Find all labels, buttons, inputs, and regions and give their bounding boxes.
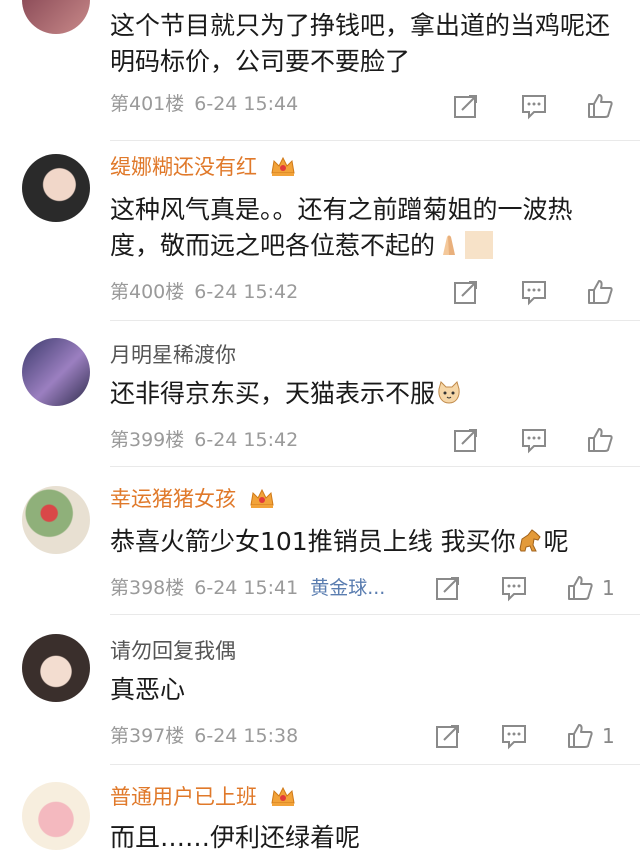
comment-text: 还非得京东买，天猫表示不服 [110, 376, 620, 412]
share-icon[interactable] [434, 722, 462, 750]
timestamp: 6-24 15:42 [194, 429, 299, 451]
comment-icon[interactable] [520, 426, 548, 454]
avatar[interactable] [22, 634, 90, 702]
floor-number: 第398楼 [110, 577, 185, 599]
username[interactable]: 幸运猪猪女孩 [110, 486, 275, 512]
avatar[interactable] [22, 782, 90, 850]
comment-icon[interactable] [500, 574, 528, 602]
praying-hands-icon [443, 235, 456, 255]
comment-item: 请勿回复我偶 真恶心 第397楼 6-24 15:38 1 [0, 614, 640, 764]
floor-number: 第401楼 [110, 93, 185, 115]
comment-item: 这个节目就只为了挣钱吧，拿出道的当鸡呢还明码标价，公司要不要脸了 第401楼 6-… [0, 0, 640, 140]
comment-item: 普通用户已上班 而且……伊利还绿着呢 [0, 764, 640, 856]
comment-meta: 第401楼 6-24 15:44 [110, 92, 298, 116]
comment-text: 恭喜火箭少女101推销员上线 我买你呢 [110, 524, 620, 560]
comment-meta: 第400楼 6-24 15:42 [110, 280, 298, 304]
comment-text-body: 真恶心 [110, 675, 186, 704]
share-icon[interactable] [452, 426, 480, 454]
share-icon[interactable] [452, 278, 480, 306]
username[interactable]: 缇娜糊还没有红 [110, 154, 296, 180]
share-icon[interactable] [434, 574, 462, 602]
comment-icon[interactable] [520, 278, 548, 306]
floor-number: 第400楼 [110, 281, 185, 303]
timestamp: 6-24 15:41 [194, 577, 299, 599]
thumbs-up-icon[interactable] [586, 278, 614, 306]
comment-text-body: 这种风气真是。。还有之前蹭菊姐的一波热度，敬而远之吧各位惹不起的 [110, 195, 573, 260]
thumbs-up-icon[interactable] [586, 426, 614, 454]
comment-text: 这种风气真是。。还有之前蹭菊姐的一波热度，敬而远之吧各位惹不起的 [110, 192, 620, 264]
avatar[interactable] [22, 338, 90, 406]
vip-crown-icon [271, 786, 295, 806]
timestamp: 6-24 15:42 [194, 281, 299, 303]
share-icon[interactable] [452, 92, 480, 120]
comment-item: 缇娜糊还没有红 这种风气真是。。还有之前蹭菊姐的一波热度，敬而远之吧各位惹不起的… [0, 140, 640, 320]
thumbs-up-icon[interactable] [586, 92, 614, 120]
avatar[interactable] [22, 154, 90, 222]
comment-item: 幸运猪猪女孩 恭喜火箭少女101推销员上线 我买你呢 第398楼 6-24 15:… [0, 466, 640, 614]
skin-tone-swatch-icon [465, 231, 494, 259]
comment-meta: 第399楼 6-24 15:42 [110, 428, 298, 452]
cat-face-icon [438, 381, 460, 404]
username[interactable]: 请勿回复我偶 [110, 638, 236, 664]
comment-text-body: 还非得京东买，天猫表示不服 [110, 379, 436, 408]
avatar[interactable] [22, 0, 90, 34]
source-tag[interactable]: 黄金球... [310, 577, 385, 599]
vip-crown-icon [271, 156, 295, 176]
username-text[interactable]: 普通用户已上班 [110, 785, 257, 809]
vip-crown-icon [250, 488, 274, 508]
comment-text-tail: 呢 [543, 527, 569, 556]
avatar[interactable] [22, 486, 90, 554]
comment-meta: 第397楼 6-24 15:38 [110, 724, 298, 748]
comment-text-body: 恭喜火箭少女101推销员上线 我买你 [110, 527, 516, 556]
comment-text: 真恶心 [110, 672, 620, 708]
comment-text: 这个节目就只为了挣钱吧，拿出道的当鸡呢还明码标价，公司要不要脸了 [110, 11, 611, 76]
username[interactable]: 普通用户已上班 [110, 784, 296, 810]
comment-text-body: 而且……伊利还绿着呢 [110, 823, 361, 852]
floor-number: 第397楼 [110, 725, 185, 747]
username[interactable]: 月明星稀渡你 [110, 342, 236, 368]
comment-icon[interactable] [500, 722, 528, 750]
comment-icon[interactable] [520, 92, 548, 120]
username-text[interactable]: 幸运猪猪女孩 [110, 487, 236, 511]
thumbs-up-icon[interactable] [566, 722, 594, 750]
horse-icon [519, 529, 541, 552]
like-count: 1 [602, 724, 615, 748]
comment-meta: 第398楼 6-24 15:41 黄金球... [110, 576, 385, 600]
timestamp: 6-24 15:38 [194, 725, 299, 747]
thumbs-up-icon[interactable] [566, 574, 594, 602]
username-text[interactable]: 月明星稀渡你 [110, 343, 236, 367]
comment-text: 而且……伊利还绿着呢 [110, 820, 620, 856]
timestamp: 6-24 15:44 [194, 93, 299, 115]
comment-item: 月明星稀渡你 还非得京东买，天猫表示不服 第399楼 6-24 15:42 [0, 320, 640, 466]
like-count: 1 [602, 576, 615, 600]
username-text[interactable]: 请勿回复我偶 [110, 639, 236, 663]
username-text[interactable]: 缇娜糊还没有红 [110, 155, 257, 179]
floor-number: 第399楼 [110, 429, 185, 451]
